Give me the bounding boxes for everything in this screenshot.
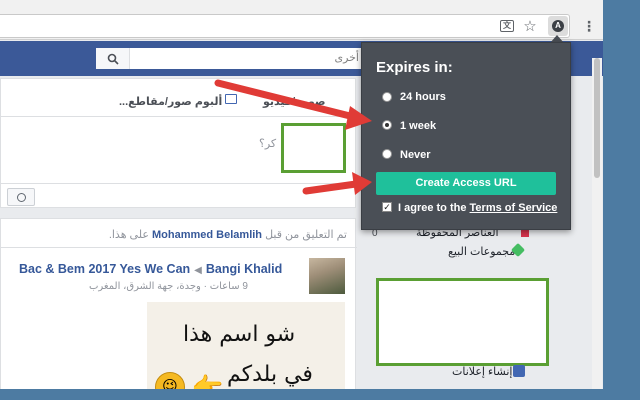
browser-menu-icon[interactable]: ⋮ bbox=[580, 17, 598, 35]
chart-icon bbox=[513, 365, 525, 377]
post-meta[interactable]: 9 ساعات · وجدة، جهة الشرق، المغرب bbox=[89, 281, 248, 292]
translate-icon[interactable]: 文 bbox=[498, 17, 516, 35]
radio-1-week[interactable] bbox=[382, 120, 392, 130]
tab-photo-album[interactable]: ألبوم صور/مقاطع... bbox=[119, 95, 222, 108]
image-text-line1: شو اسم هذا bbox=[183, 322, 296, 347]
extension-icon[interactable]: A bbox=[548, 16, 568, 36]
commenter-link[interactable]: Mohammed Belamlih bbox=[152, 229, 262, 241]
scrollbar-thumb[interactable] bbox=[594, 58, 600, 178]
search-input[interactable]: أخرى bbox=[96, 48, 371, 69]
search-placeholder: أخرى bbox=[334, 52, 359, 64]
address-bar[interactable] bbox=[0, 14, 570, 38]
composer-footer bbox=[1, 183, 357, 209]
browser-toolbar: 文 ☆ A ⋮ bbox=[0, 0, 603, 40]
terms-of-service-link[interactable]: Terms of Service bbox=[470, 202, 558, 214]
pointing-hand-icon: 👉 bbox=[191, 372, 224, 389]
search-icon bbox=[107, 53, 119, 65]
agree-checkbox[interactable]: ✓ bbox=[382, 202, 392, 212]
agree-label: I agree to the Terms of Service bbox=[398, 202, 558, 214]
feed-post: تم التعليق من قبل Mohammed Belamlih على … bbox=[0, 218, 357, 389]
sidebar-item-create-ads[interactable]: إنشاء إعلانات bbox=[452, 365, 512, 378]
tab-photo-video[interactable]: صورة/فيديو bbox=[263, 95, 325, 108]
radio-never[interactable] bbox=[382, 149, 392, 159]
author-avatar[interactable] bbox=[309, 258, 345, 294]
composer-tabs: ألبوم صور/مقاطع... صورة/فيديو bbox=[1, 79, 357, 117]
post-author-link[interactable]: Bangi Khalid bbox=[206, 262, 282, 276]
search-button[interactable] bbox=[96, 48, 130, 69]
globe-icon bbox=[16, 192, 26, 202]
option-label-1-week[interactable]: 1 week bbox=[400, 120, 436, 132]
post-activity-notice: تم التعليق من قبل Mohammed Belamlih على … bbox=[1, 219, 357, 248]
create-access-url-button[interactable]: Create Access URL bbox=[376, 172, 556, 195]
scrollbar[interactable] bbox=[592, 58, 602, 389]
post-image[interactable]: شو اسم هذا في بلدكم 😉 👉 bbox=[147, 302, 345, 389]
radio-24-hours[interactable] bbox=[382, 92, 392, 102]
post-header: Bac & Bem 2017 Yes We Can ◀ Bangi Khalid bbox=[19, 262, 282, 276]
expiry-popup: Expires in: 24 hours 1 week Never Create… bbox=[361, 42, 571, 230]
privacy-button[interactable] bbox=[7, 188, 35, 206]
album-icon bbox=[225, 94, 237, 104]
post-composer: ألبوم صور/مقاطع... صورة/فيديو كر؟ bbox=[0, 78, 357, 209]
arrow-left-icon: ◀ bbox=[194, 265, 202, 276]
popup-title: Expires in: bbox=[376, 59, 453, 76]
redacted-avatar-box bbox=[281, 123, 346, 173]
redacted-box bbox=[376, 278, 549, 366]
option-label-never[interactable]: Never bbox=[400, 149, 431, 161]
winking-face-icon: 😉 bbox=[155, 372, 185, 389]
sidebar-item-sale-groups[interactable]: مجموعات البيع bbox=[448, 245, 515, 258]
option-label-24-hours[interactable]: 24 hours bbox=[400, 91, 446, 103]
composer-prompt[interactable]: كر؟ bbox=[259, 137, 276, 150]
bookmark-star-icon[interactable]: ☆ bbox=[521, 17, 539, 35]
image-text-line2: في بلدكم bbox=[227, 362, 313, 387]
post-target-link[interactable]: Bac & Bem 2017 Yes We Can bbox=[19, 262, 190, 276]
